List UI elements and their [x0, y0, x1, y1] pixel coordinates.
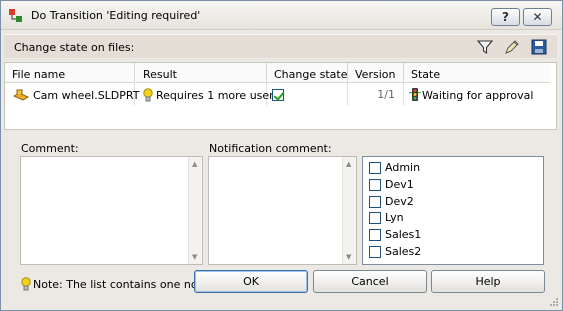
dialog-window: Do Transition 'Editing required' ? ✕ Cha… [0, 0, 563, 311]
scroll-up-icon[interactable]: ▲ [346, 160, 351, 168]
lightbulb-icon [143, 88, 153, 102]
edit-icon[interactable] [503, 38, 521, 56]
user-item-admin[interactable]: Admin [369, 161, 420, 177]
column-header-version[interactable]: Version [348, 63, 404, 83]
column-header-state[interactable]: State [404, 63, 550, 83]
title-help-button[interactable]: ? [491, 8, 520, 26]
user-item-sales1[interactable]: Sales1 [369, 228, 421, 244]
user-checkbox[interactable] [369, 162, 381, 174]
help-button[interactable]: Help [431, 270, 545, 293]
user-label: Dev1 [385, 178, 414, 191]
comment-textarea[interactable]: ▲ ▼ [20, 156, 203, 265]
transition-icon [9, 9, 22, 22]
note-message: Note: The list contains one note [21, 277, 209, 291]
scroll-down-icon[interactable]: ▼ [346, 253, 351, 261]
title-bar: Do Transition 'Editing required' ? ✕ [1, 1, 562, 30]
comment-label: Comment: [21, 142, 79, 155]
user-item-dev1[interactable]: Dev1 [369, 178, 414, 194]
user-checkbox[interactable] [369, 196, 381, 208]
user-checkbox[interactable] [369, 229, 381, 241]
lightbulb-icon [21, 277, 31, 291]
state-cell: Waiting for approval [404, 83, 550, 106]
change-state-label: Change state on files: [14, 41, 135, 54]
notification-comment-textarea[interactable]: ▲ ▼ [208, 156, 357, 265]
user-label: Dev2 [385, 195, 414, 208]
change-state-header: Change state on files: [4, 34, 557, 58]
save-icon[interactable] [530, 38, 548, 56]
state-text: Waiting for approval [422, 89, 534, 102]
part-file-icon [12, 89, 30, 101]
filter-icon[interactable] [476, 38, 494, 56]
column-header-result[interactable]: Result [136, 63, 267, 83]
notification-comment-label: Notification comment: [209, 142, 332, 155]
user-label: Sales1 [385, 228, 422, 241]
scroll-up-icon[interactable]: ▲ [192, 160, 197, 168]
user-checkbox[interactable] [369, 179, 381, 191]
user-item-dev2[interactable]: Dev2 [369, 195, 414, 211]
scroll-down-icon[interactable]: ▼ [192, 253, 197, 261]
comment-scrollbar[interactable]: ▲ ▼ [188, 157, 202, 264]
resize-grip-icon[interactable] [549, 297, 559, 307]
user-item-lyn[interactable]: Lyn [369, 211, 404, 227]
change-state-checkbox[interactable] [272, 89, 284, 101]
user-checkbox[interactable] [369, 246, 381, 258]
user-item-sales2[interactable]: Sales2 [369, 245, 421, 261]
result-text: Requires 1 more user [156, 89, 274, 102]
title-close-button[interactable]: ✕ [523, 8, 552, 26]
ok-button[interactable]: OK [194, 270, 308, 293]
cancel-button[interactable]: Cancel [313, 270, 427, 293]
column-header-change-state[interactable]: Change state [267, 63, 348, 83]
version-cell: 1/1 [348, 83, 404, 106]
user-checkbox[interactable] [369, 212, 381, 224]
note-text: Note: The list contains one note [33, 278, 209, 291]
files-table: File name Result Change state Version St… [4, 62, 557, 130]
window-title: Do Transition 'Editing required' [31, 9, 201, 22]
column-header-file-name[interactable]: File name [5, 63, 135, 83]
change-state-cell [267, 83, 348, 106]
notify-users-list: Admin Dev1 Dev2 Lyn Sales1 Sales2 [362, 156, 544, 265]
user-label: Lyn [385, 211, 404, 224]
file-name-cell: Cam wheel.SLDPRT [5, 83, 139, 106]
user-label: Sales2 [385, 245, 422, 258]
user-label: Admin [385, 161, 421, 174]
file-name: Cam wheel.SLDPRT [33, 89, 140, 102]
result-cell: Requires 1 more user [136, 83, 274, 106]
traffic-light-icon [409, 88, 421, 101]
notification-scrollbar[interactable]: ▲ ▼ [342, 157, 356, 264]
